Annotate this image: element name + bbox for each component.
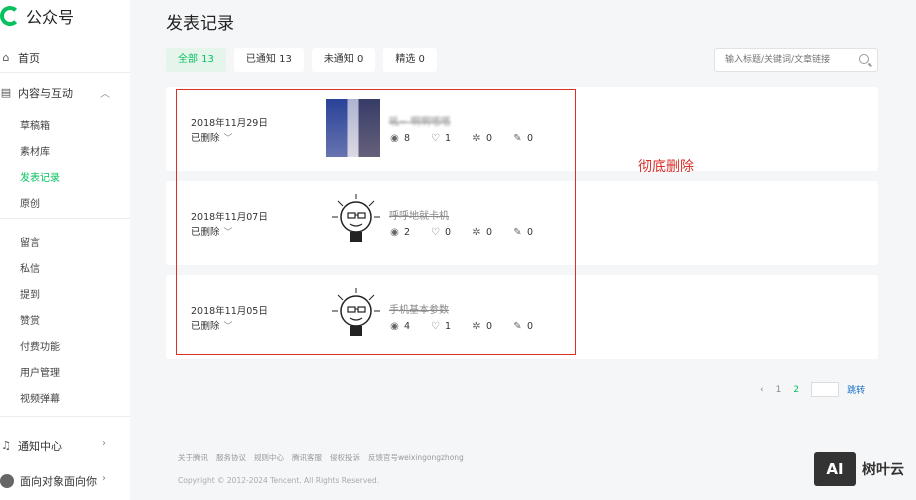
sidebar-item-paid-features[interactable]: 付费功能 — [20, 338, 60, 353]
watermark: AI 树叶云 — [814, 452, 904, 486]
page-2-button[interactable]: 2 — [793, 385, 799, 395]
watermark-text: 树叶云 — [862, 462, 904, 478]
sidebar-item-comments[interactable]: 留言 — [20, 234, 40, 249]
sidebar-item-notifications[interactable]: ♫ 通知中心 — [0, 438, 62, 454]
page-1-button[interactable]: 1 — [776, 385, 782, 395]
footer-link[interactable]: 反馈官号weixingongzhong — [368, 452, 464, 463]
sidebar: 公众号 ⌂ 首页 ▤ 内容与互动 ︿ 草稿箱 素材库 发表记录 原创 留言 私信… — [0, 0, 130, 500]
footer-link[interactable]: 腾讯客服 — [292, 452, 322, 463]
avatar — [0, 474, 14, 488]
footer-links: 关于腾讯 服务协议 规则中心 腾讯客服 侵权投诉 反馈官号weixingongz… — [178, 452, 472, 463]
wechat-logo-icon — [0, 6, 20, 26]
footer-link[interactable]: 关于腾讯 — [178, 452, 208, 463]
tab-featured[interactable]: 精选 0 — [383, 48, 437, 72]
sidebar-item-drafts[interactable]: 草稿箱 — [20, 117, 50, 132]
watermark-badge: AI — [814, 452, 856, 486]
sidebar-item-original[interactable]: 原创 — [20, 195, 40, 210]
page-jump-input[interactable] — [811, 382, 840, 397]
page-title: 发表记录 — [166, 14, 234, 34]
annotation-box — [176, 89, 576, 355]
footer-link[interactable]: 规则中心 — [254, 452, 284, 463]
search-icon[interactable] — [859, 54, 869, 64]
divider — [0, 416, 130, 417]
tab-all[interactable]: 全部 13 — [166, 48, 226, 72]
pagination: ‹ 1 2 跳转 — [760, 382, 865, 397]
jump-button[interactable]: 跳转 — [847, 383, 865, 396]
footer-link[interactable]: 侵权投诉 — [330, 452, 360, 463]
chevron-right-icon[interactable]: › — [102, 438, 106, 449]
sidebar-group-content[interactable]: ▤ 内容与互动 — [0, 85, 73, 101]
sidebar-item-home[interactable]: ⌂ 首页 — [0, 50, 41, 66]
sidebar-item-publish-records[interactable]: 发表记录 — [20, 169, 60, 184]
divider — [0, 218, 130, 219]
copyright: Copyright © 2012-2024 Tencent. All Right… — [178, 476, 380, 485]
search-input[interactable] — [715, 49, 851, 71]
prev-page-button[interactable]: ‹ — [760, 385, 764, 395]
chevron-up-icon[interactable]: ︿ — [100, 85, 110, 100]
home-icon: ⌂ — [2, 51, 10, 64]
logo[interactable]: 公众号 — [0, 4, 74, 28]
tab-not-notified[interactable]: 未通知 0 — [311, 48, 376, 72]
sidebar-item-materials[interactable]: 素材库 — [20, 143, 50, 158]
chevron-right-icon[interactable]: › — [102, 473, 106, 484]
tab-notified[interactable]: 已通知 13 — [233, 48, 304, 72]
sidebar-account[interactable]: 面向对象面向你 — [0, 473, 97, 489]
sidebar-item-messages[interactable]: 私信 — [20, 260, 40, 275]
filter-tabs: 全部 13 已通知 13 未通知 0 精选 0 — [166, 48, 445, 72]
sidebar-item-user-management[interactable]: 用户管理 — [20, 364, 60, 379]
annotation-text: 彻底删除 — [638, 159, 694, 175]
document-icon: ▤ — [0, 86, 12, 99]
search-box — [714, 48, 878, 72]
bell-icon: ♫ — [1, 439, 11, 452]
sidebar-item-mentions[interactable]: 提到 — [20, 286, 40, 301]
sidebar-item-rewards[interactable]: 赞赏 — [20, 312, 40, 327]
app-name: 公众号 — [26, 8, 75, 27]
sidebar-item-video-danmaku[interactable]: 视频弹幕 — [20, 390, 60, 405]
divider — [0, 72, 130, 73]
footer-link[interactable]: 服务协议 — [216, 452, 246, 463]
